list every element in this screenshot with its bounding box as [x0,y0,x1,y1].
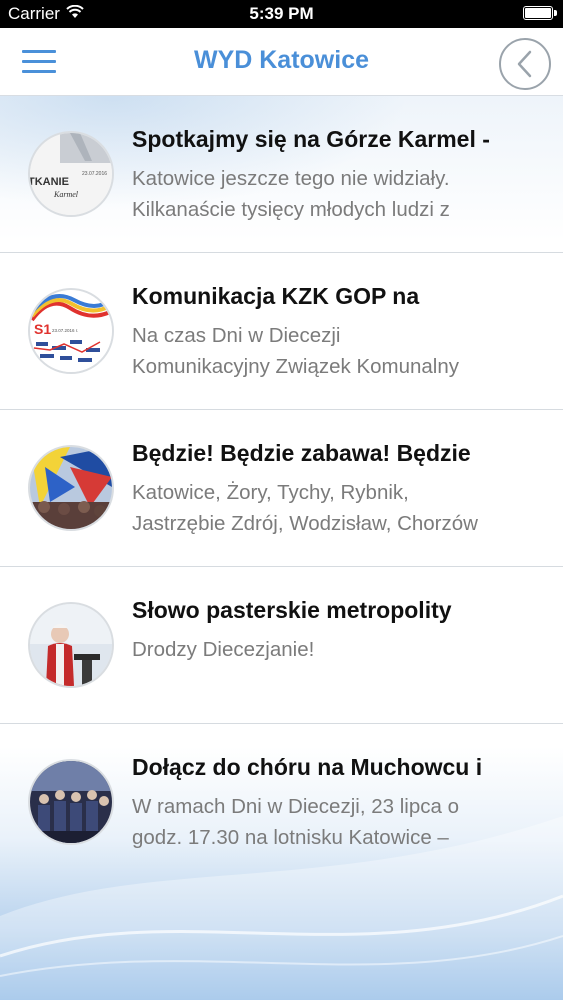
svg-text:S1: S1 [34,321,51,337]
news-excerpt: Drodzy Diecezjanie! [132,638,315,661]
status-bar: Carrier 5:39 PM [0,0,563,28]
news-item[interactable]: Będzie! Będzie zabawa! Będzie Katowice, … [0,410,563,567]
chevron-left-icon [517,50,532,78]
news-item[interactable]: Słowo pasterskie metropolity Drodzy Diec… [0,567,563,724]
svg-text:23.07.2016: 23.07.2016 [82,171,107,177]
news-item[interactable]: 23.07.2016 TKANIE Karmel Spotkajmy się n… [0,96,563,253]
svg-text:23.07.2016 r.: 23.07.2016 r. [52,328,78,333]
news-title: Komunikacja KZK GOP na [132,283,420,309]
navigation-bar: WYD Katowice [0,28,563,96]
status-time: 5:39 PM [249,4,314,23]
news-excerpt: Na czas Dni w Diecezji Komunikacyjny Zwi… [132,324,459,378]
news-title: Dołącz do chóru na Muchowcu i [132,754,483,780]
news-thumbnail: S1 23.07.2016 r. [28,288,114,374]
news-excerpt: Katowice jeszcze tego nie widziały. Kilk… [132,167,450,221]
svg-text:Karmel: Karmel [53,190,79,199]
news-excerpt: Katowice, Żory, Tychy, Rybnik, Jastrzębi… [132,481,478,535]
news-title: Spotkajmy się na Górze Karmel - [132,126,490,152]
news-thumbnail [28,759,114,845]
news-item[interactable]: Dołącz do chóru na Muchowcu i W ramach D… [0,724,563,881]
news-item[interactable]: S1 23.07.2016 r. Komunikacja KZK GOP na … [0,253,563,410]
news-title: Będzie! Będzie zabawa! Będzie [132,440,471,466]
back-button[interactable] [499,38,551,90]
page-title: WYD Katowice [193,46,370,74]
svg-text:TKANIE: TKANIE [30,176,69,188]
news-list: 23.07.2016 TKANIE Karmel Spotkajmy się n… [0,96,563,881]
news-thumbnail: 23.07.2016 TKANIE Karmel [28,131,114,217]
news-excerpt: W ramach Dni w Diecezji, 23 lipca o godz… [132,795,459,849]
news-thumbnail [28,602,114,688]
news-title: Słowo pasterskie metropolity [132,597,452,623]
news-thumbnail [28,445,114,531]
battery-icon [523,6,557,20]
